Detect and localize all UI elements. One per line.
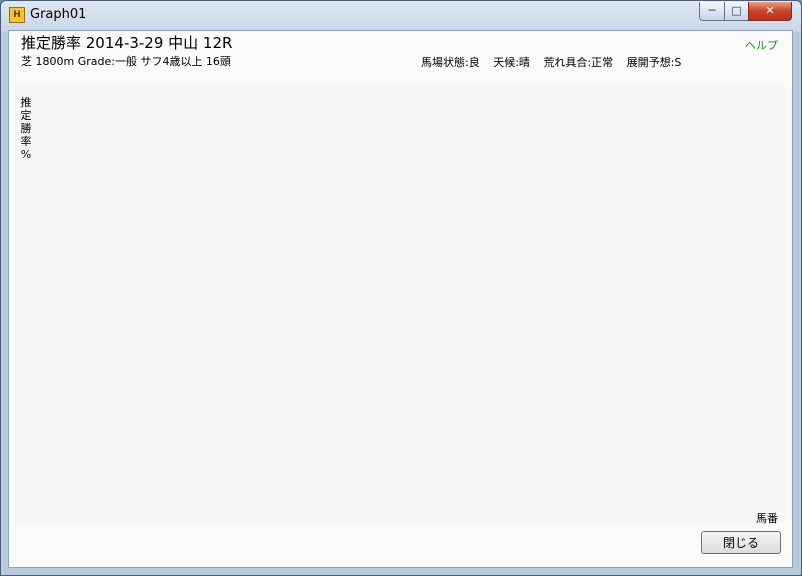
title-bar[interactable]: H Graph01 ─ □ ✕: [1, 1, 801, 29]
close-icon: ✕: [765, 4, 775, 17]
race-conditions: 馬場状態:良 天候:晴 荒れ具合:正常 展開予想:S: [421, 54, 691, 70]
help-link[interactable]: ヘルプ: [745, 37, 778, 53]
track-condition: 馬場状態:良: [421, 56, 480, 69]
x-axis-label: 馬番: [756, 512, 778, 525]
page-title: 推定勝率 2014-3-29 中山 12R: [21, 34, 233, 52]
race-info: 芝 1800m Grade:一般 サフ4歳以上 16頭: [21, 55, 231, 68]
maximize-button[interactable]: □: [724, 2, 749, 21]
maximize-icon: □: [731, 4, 742, 17]
close-window-button[interactable]: ✕: [748, 2, 792, 21]
chart-plot-area: [13, 83, 785, 523]
close-button[interactable]: 閉じる: [701, 531, 781, 554]
client-area: 推定勝率 2014-3-29 中山 12R 芝 1800m Grade:一般 サ…: [8, 30, 793, 568]
app-window: H Graph01 ─ □ ✕ 推定勝率 2014-3-29 中山 12R 芝 …: [0, 0, 802, 576]
pace-forecast: 展開予想:S: [626, 56, 682, 69]
upset-level: 荒れ具合:正常: [543, 56, 614, 69]
y-axis-label: 推定勝率%: [20, 96, 32, 161]
app-icon[interactable]: H: [9, 7, 25, 23]
minimize-button[interactable]: ─: [699, 2, 725, 21]
weather: 天候:晴: [493, 56, 530, 69]
minimize-icon: ─: [708, 4, 716, 17]
window-title: Graph01: [30, 7, 87, 22]
